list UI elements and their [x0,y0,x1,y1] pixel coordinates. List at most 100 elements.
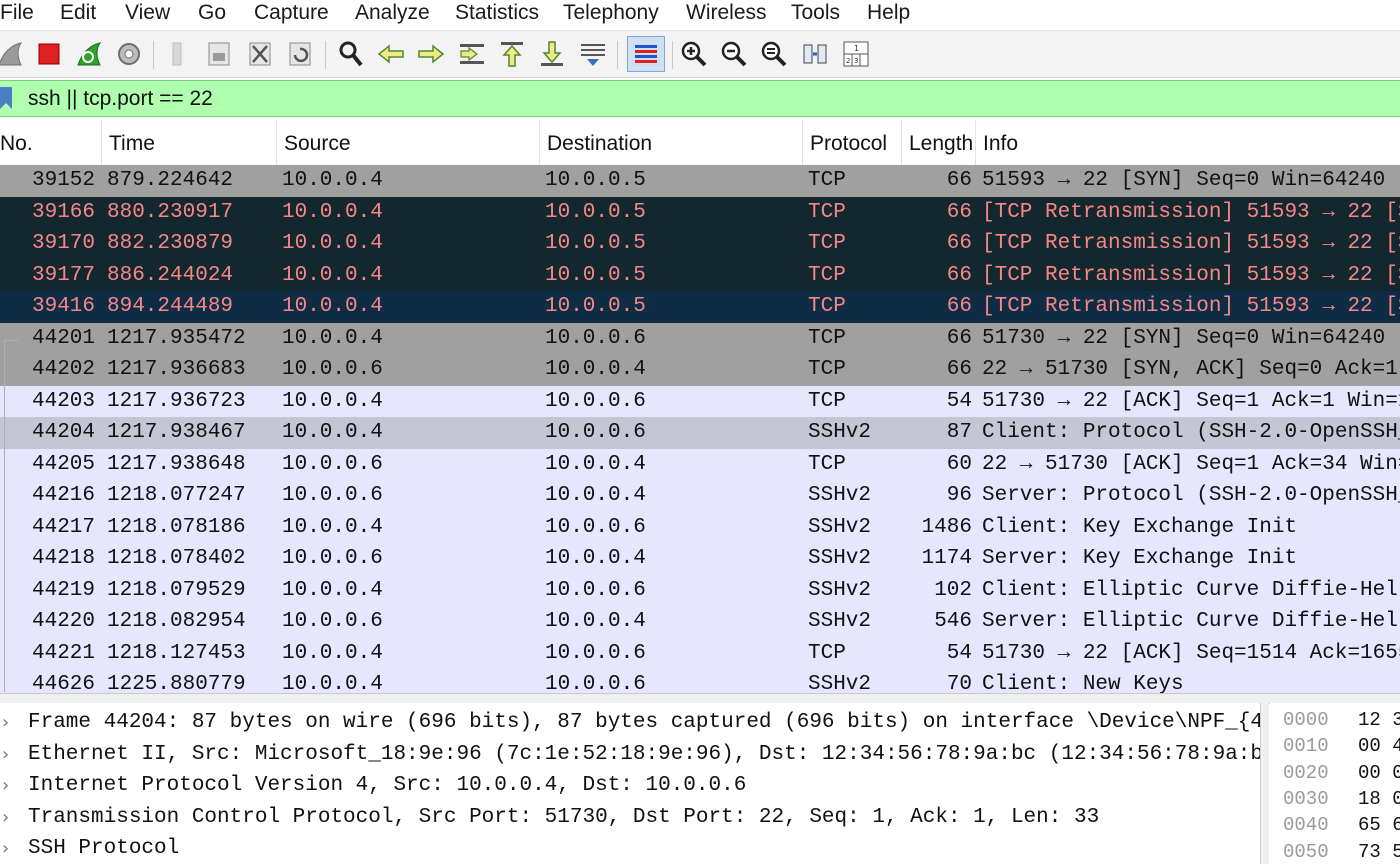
pane-splitter-vertical[interactable] [1261,703,1269,864]
colorize-icon[interactable] [627,36,665,72]
packet-cell-len: 1174 [921,547,972,570]
packet-row[interactable]: 44216 1218.077247 10.0.0.6 10.0.0.4 SSHv2 96 S… [0,480,1400,512]
bytes-offset: 0020 [1283,761,1329,784]
packet-cell-info: [TCP Retransmission] 51593 → 22 [SYN] Se… [982,263,1400,287]
detail-tree-item[interactable]: › Ethernet II, Src: Microsoft_18:9e:96 (7… [0,739,1260,771]
menu-tools[interactable]: Tools [791,0,840,25]
conversation-bracket-start [4,340,18,341]
shark-fin-start-icon[interactable] [0,38,26,70]
go-back-icon[interactable] [375,38,407,70]
zoom-in-icon[interactable] [678,38,710,70]
display-filter-bar [0,80,1400,117]
packet-row[interactable]: 44220 1218.082954 10.0.0.6 10.0.0.4 SSHv2 546… [0,606,1400,638]
packet-cell-no: 44202 [31,358,95,381]
packet-row[interactable]: 44626 1225.880779 10.0.0.4 10.0.0.6 SSHv2 70 C… [0,669,1400,693]
autoscroll-icon[interactable] [577,38,609,70]
packet-cell-proto: SSHv2 [808,578,872,602]
expand-arrow-icon[interactable]: › [2,770,16,801]
layout-panes-icon[interactable]: 123 [840,38,872,70]
menu-help[interactable]: Help [867,0,910,25]
bytes-hex[interactable]: 73 5f [1358,839,1400,864]
packet-cell-len: 102 [934,578,972,602]
bytes-hex[interactable]: 18 04 [1358,786,1400,812]
bytes-hex[interactable]: 00 06 [1358,760,1400,786]
expand-arrow-icon[interactable]: › [2,707,16,738]
packet-row[interactable]: 44202 1217.936683 10.0.0.6 10.0.0.4 TCP 66 22 … [0,354,1400,386]
detail-tree-item[interactable]: › Transmission Control Protocol, Src Port… [0,802,1260,834]
zoom-normal-icon[interactable] [758,38,790,70]
expand-arrow-icon[interactable]: › [2,833,16,864]
packet-row[interactable]: 39416 894.244489 10.0.0.4 10.0.0.5 TCP 66 [TCP… [0,291,1400,323]
packet-cell-no: 44204 [31,421,95,444]
packet-row[interactable]: 44203 1217.936723 10.0.0.4 10.0.0.6 TCP 54 517… [0,385,1400,417]
packet-row[interactable]: 44221 1218.127453 10.0.0.4 10.0.0.6 TCP 54 517… [0,637,1400,669]
packet-row[interactable]: 39170 882.230879 10.0.0.4 10.0.0.5 TCP 66 [TCP… [0,228,1400,260]
menu-capture[interactable]: Capture [254,0,329,25]
bytes-row: 0000 12 34 [1270,707,1400,733]
packet-row[interactable]: 44217 1218.078186 10.0.0.4 10.0.0.6 SSHv2 148… [0,511,1400,543]
save-file-icon[interactable] [203,38,235,70]
find-packet-icon[interactable] [335,38,367,70]
filter-bookmark-icon[interactable] [0,87,12,109]
packet-row[interactable]: 44205 1217.938648 10.0.0.6 10.0.0.4 TCP 60 22 … [0,448,1400,480]
packet-row[interactable]: 39152 879.224642 10.0.0.4 10.0.0.5 TCP 66 5159… [0,165,1400,197]
packet-row[interactable]: 44204 1217.938467 10.0.0.4 10.0.0.6 SSHv2 87 C… [0,417,1400,449]
packet-cell-time: 1218.079529 [107,578,246,602]
conversation-bracket [4,340,5,692]
packet-cell-no: 44201 [31,326,95,350]
capture-options-icon[interactable] [113,38,145,70]
menu-wireless[interactable]: Wireless [686,0,767,25]
display-filter-input[interactable] [20,81,1400,116]
packet-row[interactable]: 44201 1217.935472 10.0.0.4 10.0.0.6 TCP 66 517… [0,322,1400,354]
packet-cell-src: 10.0.0.6 [282,610,383,633]
packet-cell-dst: 10.0.0.6 [545,421,646,444]
bytes-hex[interactable]: 12 34 [1358,707,1400,733]
expand-arrow-icon[interactable]: › [2,802,16,833]
menu-statistics[interactable]: Statistics [455,0,539,25]
bytes-hex[interactable]: 00 49 [1358,733,1400,759]
go-forward-icon[interactable] [415,38,447,70]
packet-cell-len: 66 [946,200,972,224]
menu-telephony[interactable]: Telephony [563,0,659,25]
open-file-icon[interactable] [162,38,194,70]
column-header-no[interactable]: No. [0,120,102,165]
column-header-protocol[interactable]: Protocol [803,120,902,165]
menu-edit[interactable]: Edit [60,0,96,25]
packet-row[interactable]: 44219 1218.079529 10.0.0.4 10.0.0.6 SSHv2 102… [0,574,1400,606]
packet-row[interactable]: 39177 886.244024 10.0.0.4 10.0.0.5 TCP 66 [TCP… [0,259,1400,291]
packet-cell-time: 1218.082954 [107,610,246,633]
packet-row[interactable]: 39166 880.230917 10.0.0.4 10.0.0.5 TCP 66 [TCP… [0,196,1400,228]
expand-arrow-icon[interactable]: › [2,739,16,770]
packet-cell-len: 66 [946,169,972,192]
reload-file-icon[interactable] [284,38,316,70]
resize-columns-icon[interactable] [799,38,831,70]
close-file-icon[interactable] [244,38,276,70]
packet-cell-proto: SSHv2 [808,673,872,693]
menu-file[interactable]: File [0,0,34,25]
detail-tree-item[interactable]: › Frame 44204: 87 bytes on wire (696 bits… [0,707,1260,739]
menu-analyze[interactable]: Analyze [355,0,430,25]
packet-row[interactable]: 44218 1218.078402 10.0.0.6 10.0.0.4 SSHv2 117… [0,543,1400,575]
column-header-destination[interactable]: Destination [540,120,803,165]
column-header-source[interactable]: Source [277,120,540,165]
column-header-info[interactable]: Info [976,120,1400,165]
menu-go[interactable]: Go [198,0,226,25]
stop-capture-icon[interactable] [33,38,65,70]
packet-cell-src: 10.0.0.6 [282,484,383,507]
go-last-icon[interactable] [536,38,568,70]
go-to-packet-icon[interactable] [456,38,488,70]
column-header-length[interactable]: Length [902,120,976,165]
toolbar-separator [672,41,673,69]
bytes-hex[interactable]: 65 6e [1358,812,1400,838]
go-first-icon[interactable] [496,38,528,70]
packet-cell-dst: 10.0.0.6 [545,389,646,413]
packet-cell-no: 39152 [31,169,95,192]
packet-cell-proto: SSHv2 [808,515,872,539]
restart-capture-icon[interactable] [73,38,105,70]
menu-view[interactable]: View [125,0,170,25]
column-header-time[interactable]: Time [102,120,277,165]
packet-cell-src: 10.0.0.4 [282,295,383,318]
zoom-out-icon[interactable] [718,38,750,70]
detail-tree-item[interactable]: › SSH Protocol [0,833,1260,864]
detail-tree-item[interactable]: › Internet Protocol Version 4, Src: 10.0.… [0,770,1260,802]
